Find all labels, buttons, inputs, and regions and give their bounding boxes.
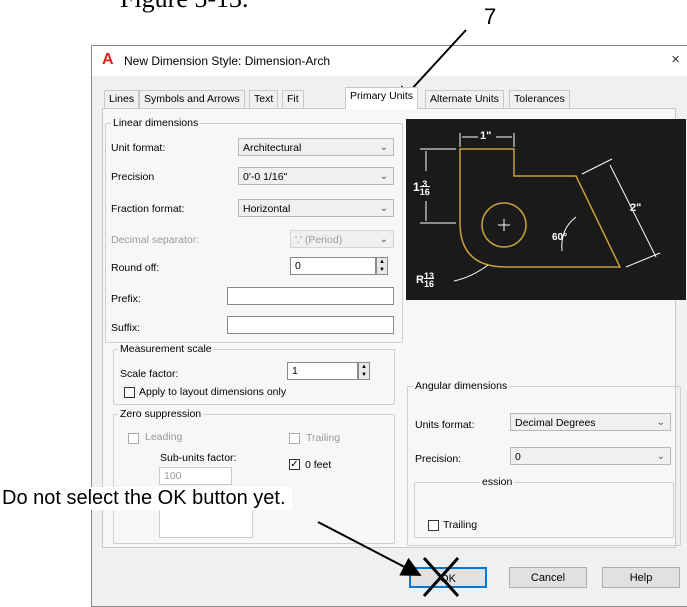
annotation-overlay [317,29,467,598]
pointer-arrow-ok [317,521,422,576]
tab-primary-units[interactable]: Primary Units [345,87,419,109]
